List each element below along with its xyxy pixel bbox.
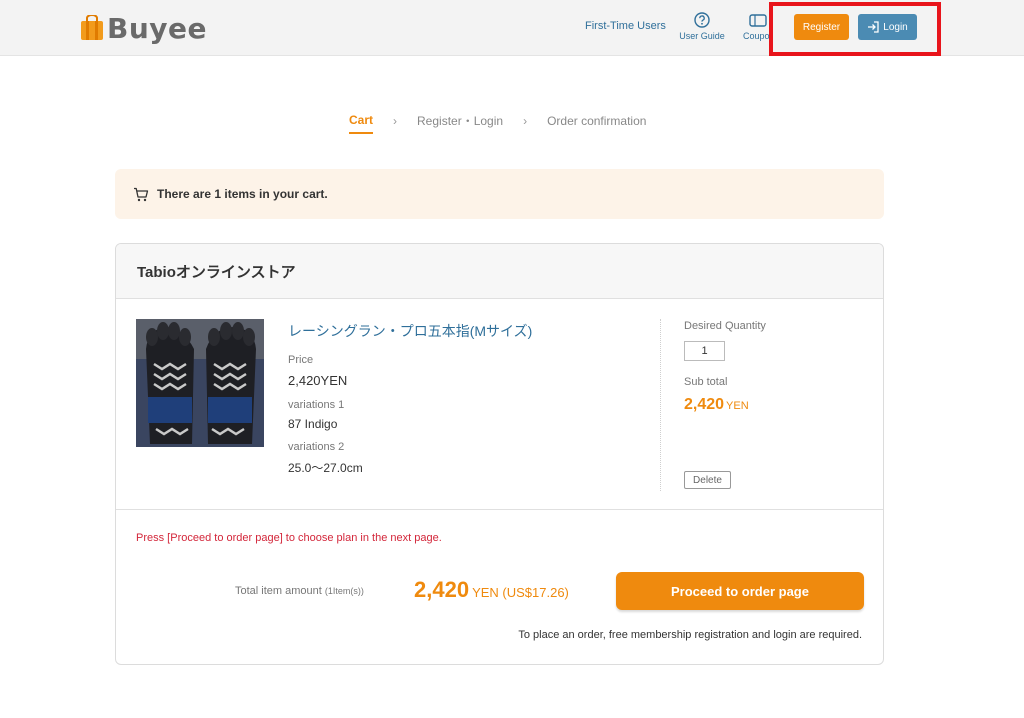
store-name: Tabioオンラインストア xyxy=(116,244,883,299)
variation1-label: variations 1 xyxy=(288,399,345,411)
subtotal-number: 2,420 xyxy=(684,396,725,413)
user-guide-link[interactable]: User Guide xyxy=(675,12,729,41)
product-image[interactable] xyxy=(136,319,264,447)
delete-button[interactable]: Delete xyxy=(684,471,731,489)
question-circle-icon xyxy=(694,12,710,28)
variation1-value: 87 Indigo xyxy=(288,417,338,431)
subtotal-value: 2,420 YEN xyxy=(684,396,749,414)
total-label-text: Total item amount xyxy=(235,585,322,597)
total-amount: 2,420 YEN (US$17.26) xyxy=(414,577,569,603)
logo-text: Buyee xyxy=(107,11,208,45)
cart-count-text: There are 1 items in your cart. xyxy=(157,187,328,201)
total-currency: YEN (US$17.26) xyxy=(472,585,569,600)
proceed-to-order-button[interactable]: Proceed to order page xyxy=(616,572,864,610)
step-order-confirmation: Order confirmation xyxy=(547,113,647,128)
subtotal-label: Sub total xyxy=(684,376,728,388)
coupon-icon xyxy=(749,14,767,27)
first-time-users-link[interactable]: First-Time Users xyxy=(585,20,666,32)
product-title-link[interactable]: レーシングラン・プロ五本指(Mサイズ) xyxy=(288,321,532,341)
cart-item: レーシングラン・プロ五本指(Mサイズ) Price 2,420YEN varia… xyxy=(116,299,883,510)
proceed-instruction: Press [Proceed to order page] to choose … xyxy=(136,532,442,544)
buyee-logo[interactable]: Buyee xyxy=(80,11,208,45)
step-cart: Cart xyxy=(349,113,374,134)
coupon-label: Coupo xyxy=(743,31,770,41)
variation2-label: variations 2 xyxy=(288,441,345,453)
total-item-count: (1Item(s)) xyxy=(324,586,364,596)
highlight-annotation-box xyxy=(769,2,941,56)
user-guide-label: User Guide xyxy=(679,31,725,41)
cart-icon xyxy=(134,187,149,201)
shopping-bag-logo-icon xyxy=(80,14,104,41)
quantity-input[interactable] xyxy=(684,341,725,361)
coupon-link[interactable]: Coupo xyxy=(733,12,773,41)
step-register-login: Register・Login xyxy=(417,114,504,128)
chevron-right-icon: › xyxy=(523,113,528,128)
variation2-value: 25.0～27.0cm xyxy=(288,461,363,475)
subtotal-currency: YEN xyxy=(726,400,749,412)
checkout-steps: Cart › Register・Login › Order confirmati… xyxy=(349,112,646,134)
chevron-right-icon: › xyxy=(393,113,398,128)
membership-note: To place an order, free membership regis… xyxy=(518,629,862,641)
price-label: Price xyxy=(288,354,314,366)
price-value: 2,420YEN xyxy=(288,373,348,388)
cart-count-notice: There are 1 items in your cart. xyxy=(115,169,884,219)
item-divider xyxy=(660,319,661,491)
total-item-amount-label: Total item amount (1Item(s)) xyxy=(235,585,364,597)
total-number: 2,420 xyxy=(414,577,470,602)
cart-store-card: Tabioオンラインストア レーシングラン・プロ五本指(Mサイズ) Price … xyxy=(115,243,884,665)
quantity-label: Desired Quantity xyxy=(684,320,766,332)
